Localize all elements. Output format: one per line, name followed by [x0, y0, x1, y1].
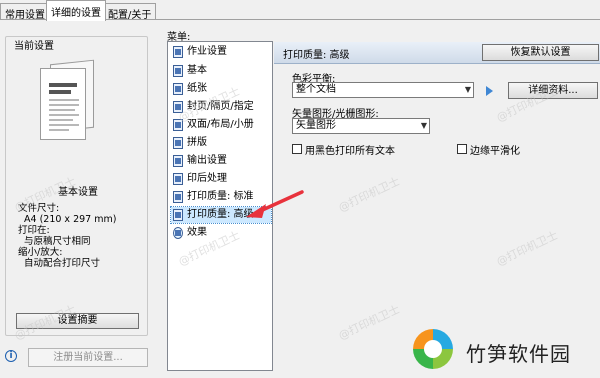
edge-smoothing-label: 边缘平滑化	[470, 146, 520, 157]
print-on-label: 打印在:	[18, 225, 50, 236]
color-balance-value: 整个文档	[296, 84, 336, 95]
settings-details: 文件尺寸: A4 (210 x 297 mm) 打印在: 与原稿尺寸相同 缩小/…	[18, 203, 116, 269]
menu-item-basic[interactable]: 基本	[171, 63, 271, 79]
logo-text: 竹笋软件园	[466, 342, 571, 366]
tab-config-about[interactable]: 配置/关于	[103, 3, 157, 21]
job-settings-icon	[173, 46, 183, 58]
tab-bar: 常用设置 详细的设置 配置/关于	[0, 0, 600, 21]
edge-smoothing-checkbox[interactable]	[457, 144, 467, 154]
document-preview-icon	[40, 59, 96, 140]
chevron-down-icon: ▼	[464, 85, 471, 94]
black-text-label: 用黑色打印所有文本	[305, 146, 395, 157]
scale-value: 自动配合打印尺寸	[24, 258, 101, 269]
menu-item-output-settings[interactable]: 输出设置	[171, 153, 271, 169]
vector-raster-select[interactable]: 矢量图形 ▼	[292, 118, 430, 134]
file-size-value: A4 (210 x 297 mm)	[24, 214, 117, 225]
register-settings-button: 注册当前设置...	[28, 348, 148, 367]
imposition-icon	[173, 137, 183, 149]
red-arrow-annotation	[246, 190, 304, 218]
play-arrow-icon	[486, 86, 493, 96]
tab-detailed-settings[interactable]: 详细的设置	[46, 0, 106, 21]
effects-icon	[173, 227, 183, 239]
black-text-checkbox[interactable]	[292, 144, 302, 154]
scale-label: 缩小/放大:	[18, 247, 63, 258]
basic-icon	[173, 65, 183, 77]
menu-item-finishing[interactable]: 印后处理	[171, 171, 271, 187]
tab-common-settings[interactable]: 常用设置	[0, 3, 50, 21]
quality-advanced-icon	[173, 209, 183, 221]
chevron-down-icon: ▼	[420, 121, 427, 130]
panel-title: 打印质量: 高级	[283, 50, 350, 61]
print-on-value: 与原稿尺寸相同	[24, 236, 91, 247]
color-balance-select[interactable]: 整个文档 ▼	[292, 82, 474, 98]
vector-raster-value: 矢量图形	[296, 120, 336, 131]
restore-defaults-button[interactable]: 恢复默认设置	[482, 44, 599, 61]
paper-icon	[173, 83, 183, 95]
quality-standard-icon	[173, 191, 183, 203]
menu-item-job-settings[interactable]: 作业设置	[171, 44, 271, 60]
current-settings-title: 当前设置	[12, 37, 56, 52]
menu-item-imposition[interactable]: 拼版	[171, 135, 271, 151]
finishing-icon	[173, 173, 183, 185]
output-settings-icon	[173, 155, 183, 167]
bamboo-logo-icon	[413, 329, 453, 369]
info-icon: i	[5, 350, 17, 362]
